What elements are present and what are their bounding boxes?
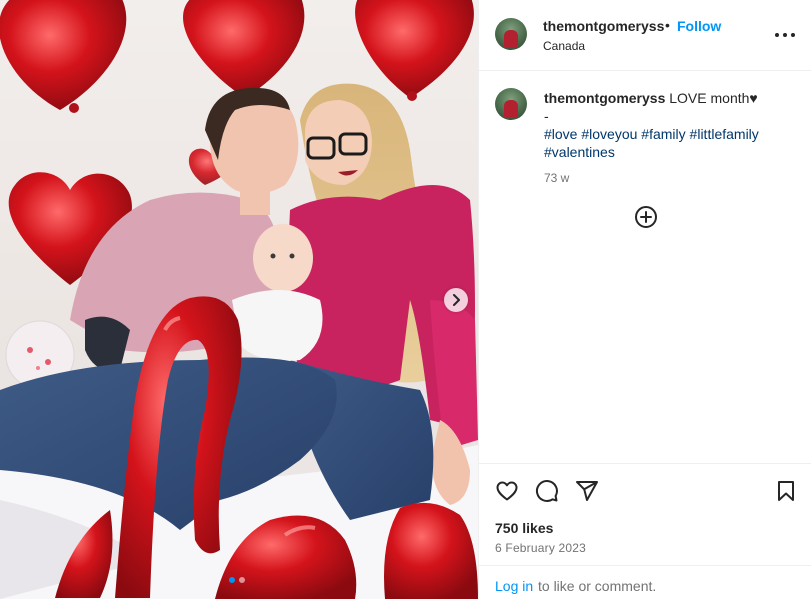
caption-dash: - [544,108,549,124]
hashtag-link[interactable]: #family [641,126,685,142]
carousel-indicator [229,577,245,583]
next-slide-button[interactable] [444,288,468,312]
hashtag-link[interactable]: #loveyou [581,126,637,142]
like-button[interactable] [495,479,519,503]
login-prompt-text: to like or comment. [538,578,657,594]
post-actions: 750 likes 6 February 2023 Log in to like… [479,463,811,599]
post-side-panel: themontgomeryss • Follow Canada themontg… [478,0,811,599]
comment-icon [536,480,558,502]
avatar[interactable] [495,18,527,50]
post-header: themontgomeryss • Follow Canada [479,0,811,71]
bookmark-icon [778,481,794,501]
carousel-dot [239,577,245,583]
load-more-comments-button[interactable] [634,205,658,229]
hashtag-link[interactable]: #valentines [544,144,615,160]
login-link[interactable]: Log in [495,578,533,594]
caption-username[interactable]: themontgomeryss [544,90,665,106]
share-icon [576,481,598,501]
login-prompt: Log in to like or comment. [479,565,811,599]
caption-text: LOVE month♥ [669,90,758,106]
post-photo[interactable] [0,0,478,599]
heart-icon [496,481,518,501]
separator-dot: • [665,17,670,33]
caption-timestamp[interactable]: 73 w [544,169,794,187]
hashtag-link[interactable]: #littlefamily [690,126,759,142]
post-date[interactable]: 6 February 2023 [495,541,586,555]
hashtag-link[interactable]: #love [544,126,577,142]
plus-circle-icon [635,206,657,228]
save-button[interactable] [774,479,798,503]
instagram-post: themontgomeryss • Follow Canada themontg… [0,0,811,599]
header-username[interactable]: themontgomeryss [543,18,664,34]
caption-avatar[interactable] [495,88,527,120]
follow-button[interactable]: Follow [677,18,721,34]
couple-photo-illustration [0,0,478,599]
more-options-icon[interactable] [775,27,795,43]
caption: themontgomeryss LOVE month♥ - #love #lov… [544,89,794,187]
location-link[interactable]: Canada [543,39,585,53]
chevron-right-icon [453,294,460,306]
likes-count[interactable]: 750 likes [495,520,553,536]
comment-button[interactable] [535,479,559,503]
carousel-dot-active [229,577,235,583]
share-button[interactable] [575,479,599,503]
comments-section: themontgomeryss LOVE month♥ - #love #lov… [479,71,811,463]
